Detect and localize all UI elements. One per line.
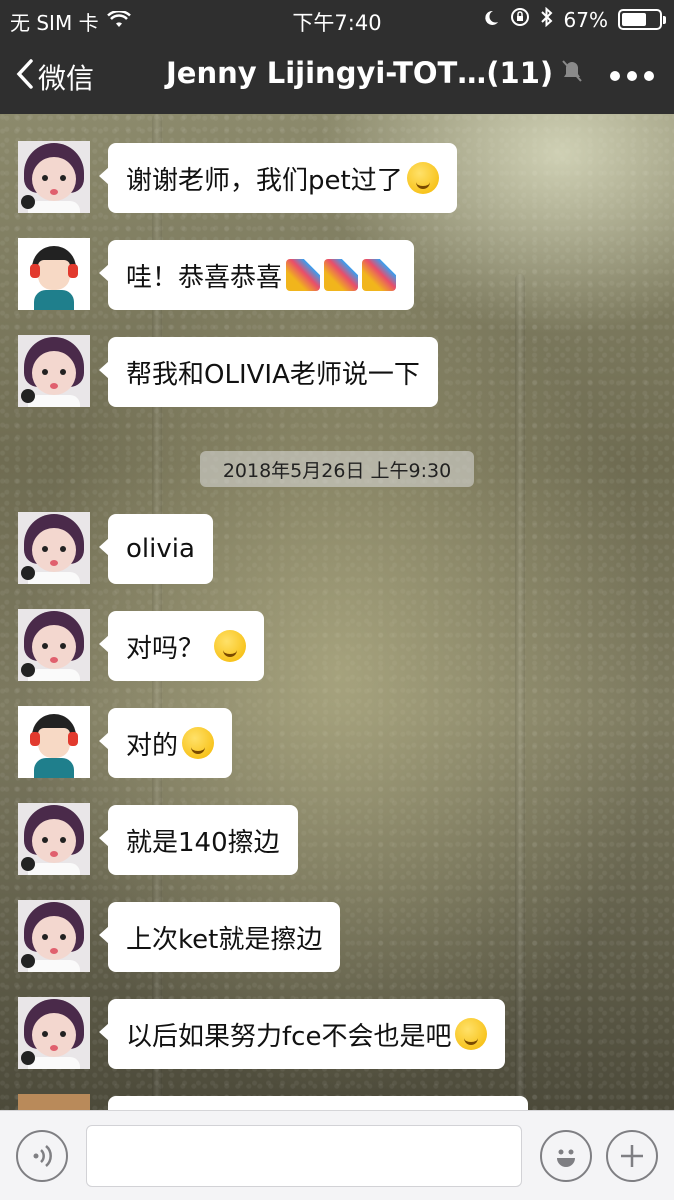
message-bubble[interactable]: 就是140擦边 [99,805,298,875]
mute-bell-icon [561,56,583,90]
nav-bar: 微信 Jenny Lijingyi-TOT…(11) [0,38,674,114]
message-text: 帮我和OLIVIA老师说一下 [126,359,420,390]
thinking-face-emoji-icon [214,630,247,662]
avatar[interactable] [18,1094,90,1110]
message-bubble[interactable]: 以后如果努力fce不会也是吧 [98,999,506,1069]
message-bubble[interactable]: olivia [99,514,213,584]
chat-title: Jenny Lijingyi-TOT…(11) [166,56,583,90]
message-input[interactable] [86,1125,522,1187]
more-dots-icon[interactable] [610,58,654,94]
avatar[interactable] [18,803,90,875]
message-text: olivia [126,534,195,564]
avatar[interactable] [18,238,90,310]
moon-icon [482,8,500,32]
avatar[interactable] [18,900,90,972]
avatar[interactable] [18,512,90,584]
input-bar [0,1110,674,1200]
message-row-partial [18,1094,528,1110]
message-text: 上次ket就是擦边 [126,924,323,955]
message-row: 哇！恭喜恭喜 [18,238,415,310]
message-bubble[interactable]: 对的 [98,708,233,778]
battery-fill [622,13,647,26]
status-right: 67% [482,6,666,32]
message-row: olivia [18,512,213,584]
message-row: 上次ket就是擦边 [18,900,341,972]
bluetooth-icon [540,6,554,32]
back-label: 微信 [38,62,95,95]
avatar[interactable] [18,335,90,407]
plus-icon[interactable] [606,1130,658,1182]
message-bubble[interactable]: 对吗？ [98,611,265,681]
message-bubble[interactable]: 帮我和OLIVIA老师说一下 [99,337,438,407]
message-row: 对的 [18,706,233,778]
emoji-icon[interactable] [540,1130,592,1182]
rotation-lock-icon [510,7,530,32]
message-row: 帮我和OLIVIA老师说一下 [18,335,438,407]
message-row: 谢谢老师，我们pet过了 [18,141,457,213]
message-row: 就是140擦边 [18,803,298,875]
message-row: 对吗？ [18,609,265,681]
battery-percent: 67% [563,7,608,32]
chevron-left-icon [16,58,34,97]
grinning-face-emoji-icon [182,727,215,759]
message-text: 就是140擦边 [126,827,280,858]
party-popper-emoji-icon [324,259,359,291]
voice-icon[interactable] [16,1130,68,1182]
message-row: 以后如果努力fce不会也是吧 [18,997,506,1069]
battery-icon [618,9,666,30]
grimacing-face-emoji-icon [455,1018,488,1050]
avatar[interactable] [18,997,90,1069]
avatar[interactable] [18,141,90,213]
chat-title-text: Jenny Lijingyi-TOT…(11) [166,56,554,90]
message-text: 对的 [126,730,179,761]
status-bar: 无 SIM 卡 下午7:40 67% [0,0,674,38]
chat-timestamp: 2018年5月26日 上午9:30 [200,451,474,487]
message-text: 以后如果努力fce不会也是吧 [126,1021,452,1052]
message-bubble[interactable]: 上次ket就是擦边 [98,902,341,972]
chat-area[interactable]: 谢谢老师，我们pet过了 哇！恭喜恭喜 帮我和OLIVIA老师说一下 2018年… [0,114,674,1110]
message-text: 谢谢老师，我们pet过了 [126,165,403,196]
party-popper-emoji-icon [362,259,397,291]
message-text: 哇！恭喜恭喜 [126,262,283,293]
water-drip [515,274,525,1110]
avatar[interactable] [18,609,90,681]
back-button[interactable]: 微信 [16,57,94,97]
message-text: 对吗？ [126,633,205,664]
message-bubble[interactable]: 谢谢老师，我们pet过了 [99,143,457,213]
avatar[interactable] [18,706,90,778]
party-popper-emoji-icon [286,259,321,291]
message-bubble[interactable] [108,1096,528,1110]
hugging-face-emoji-icon [406,162,439,194]
message-bubble[interactable]: 哇！恭喜恭喜 [98,240,415,310]
